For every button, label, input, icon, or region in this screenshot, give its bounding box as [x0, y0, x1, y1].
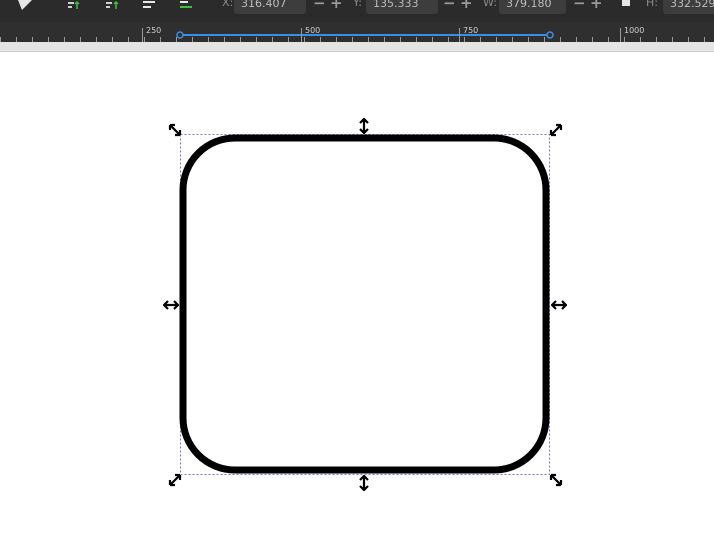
scale-handle-bottom-right[interactable] — [548, 472, 564, 488]
h-label: H: — [646, 0, 658, 9]
y-increment-button[interactable]: + — [460, 0, 473, 12]
scale-handle-bottom[interactable] — [356, 475, 372, 491]
scale-handle-top-left[interactable] — [167, 122, 183, 138]
x-decrement-button[interactable]: − — [313, 0, 326, 12]
lower-icon[interactable] — [141, 0, 159, 12]
toolbar: X: 316.407 − + Y: 135.333 − + W: 379.180… — [0, 0, 714, 22]
y-input[interactable]: 135.333 — [366, 0, 438, 14]
lock-icon[interactable] — [620, 0, 632, 8]
lower-to-bottom-icon[interactable] — [178, 0, 196, 12]
scale-handle-top[interactable] — [356, 118, 372, 134]
y-label: Y: — [353, 0, 362, 9]
ruler-major-tick — [459, 28, 460, 42]
x-label: X: — [222, 0, 234, 9]
drawing-canvas[interactable] — [0, 52, 714, 539]
w-label: W: — [483, 0, 497, 9]
scale-handle-bottom-left[interactable] — [167, 472, 183, 488]
ruler-major-tick — [301, 28, 302, 42]
raise-to-top-icon[interactable] — [66, 0, 84, 12]
rounded-rectangle-shape — [179, 134, 550, 474]
ruler-major-tick — [142, 28, 143, 42]
scale-handle-left[interactable] — [163, 297, 179, 313]
ruler-selection-indicator — [176, 31, 554, 39]
x-input[interactable]: 316.407 — [234, 0, 306, 14]
scale-handle-top-right[interactable] — [548, 122, 564, 138]
ruler-edge — [0, 42, 714, 52]
horizontal-ruler[interactable]: 250 500 750 1000 — [0, 22, 714, 42]
ruler-major-tick — [620, 28, 621, 42]
scale-handle-right[interactable] — [551, 297, 567, 313]
raise-icon[interactable] — [104, 0, 122, 12]
h-input[interactable]: 332.529 — [663, 0, 714, 14]
x-increment-button[interactable]: + — [330, 0, 343, 12]
y-decrement-button[interactable]: − — [443, 0, 456, 12]
w-increment-button[interactable]: + — [590, 0, 603, 12]
select-tool-icon[interactable] — [16, 0, 34, 12]
w-input[interactable]: 379.180 — [499, 0, 566, 14]
w-decrement-button[interactable]: − — [573, 0, 586, 12]
